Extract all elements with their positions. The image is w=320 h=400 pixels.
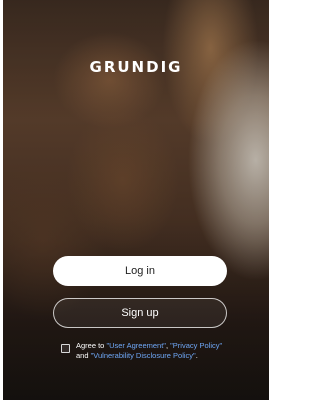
login-screen: GRUNDIG Log in Sign up Agree to "User Ag… bbox=[3, 0, 269, 400]
grundig-logo: GRUNDIG bbox=[89, 58, 183, 76]
agree-checkbox[interactable] bbox=[61, 344, 70, 353]
agreement-text: Agree to "User Agreement", "Privacy Poli… bbox=[76, 341, 223, 360]
agreement-row: Agree to "User Agreement", "Privacy Poli… bbox=[61, 341, 231, 361]
signup-button[interactable]: Sign up bbox=[53, 298, 227, 328]
privacy-policy-link[interactable]: "Privacy Policy" bbox=[170, 341, 222, 350]
login-button[interactable]: Log in bbox=[53, 256, 227, 286]
user-agreement-link[interactable]: "User Agreement" bbox=[106, 341, 166, 350]
vulnerability-policy-link[interactable]: "Vulnerability Disclosure Policy" bbox=[91, 351, 196, 360]
